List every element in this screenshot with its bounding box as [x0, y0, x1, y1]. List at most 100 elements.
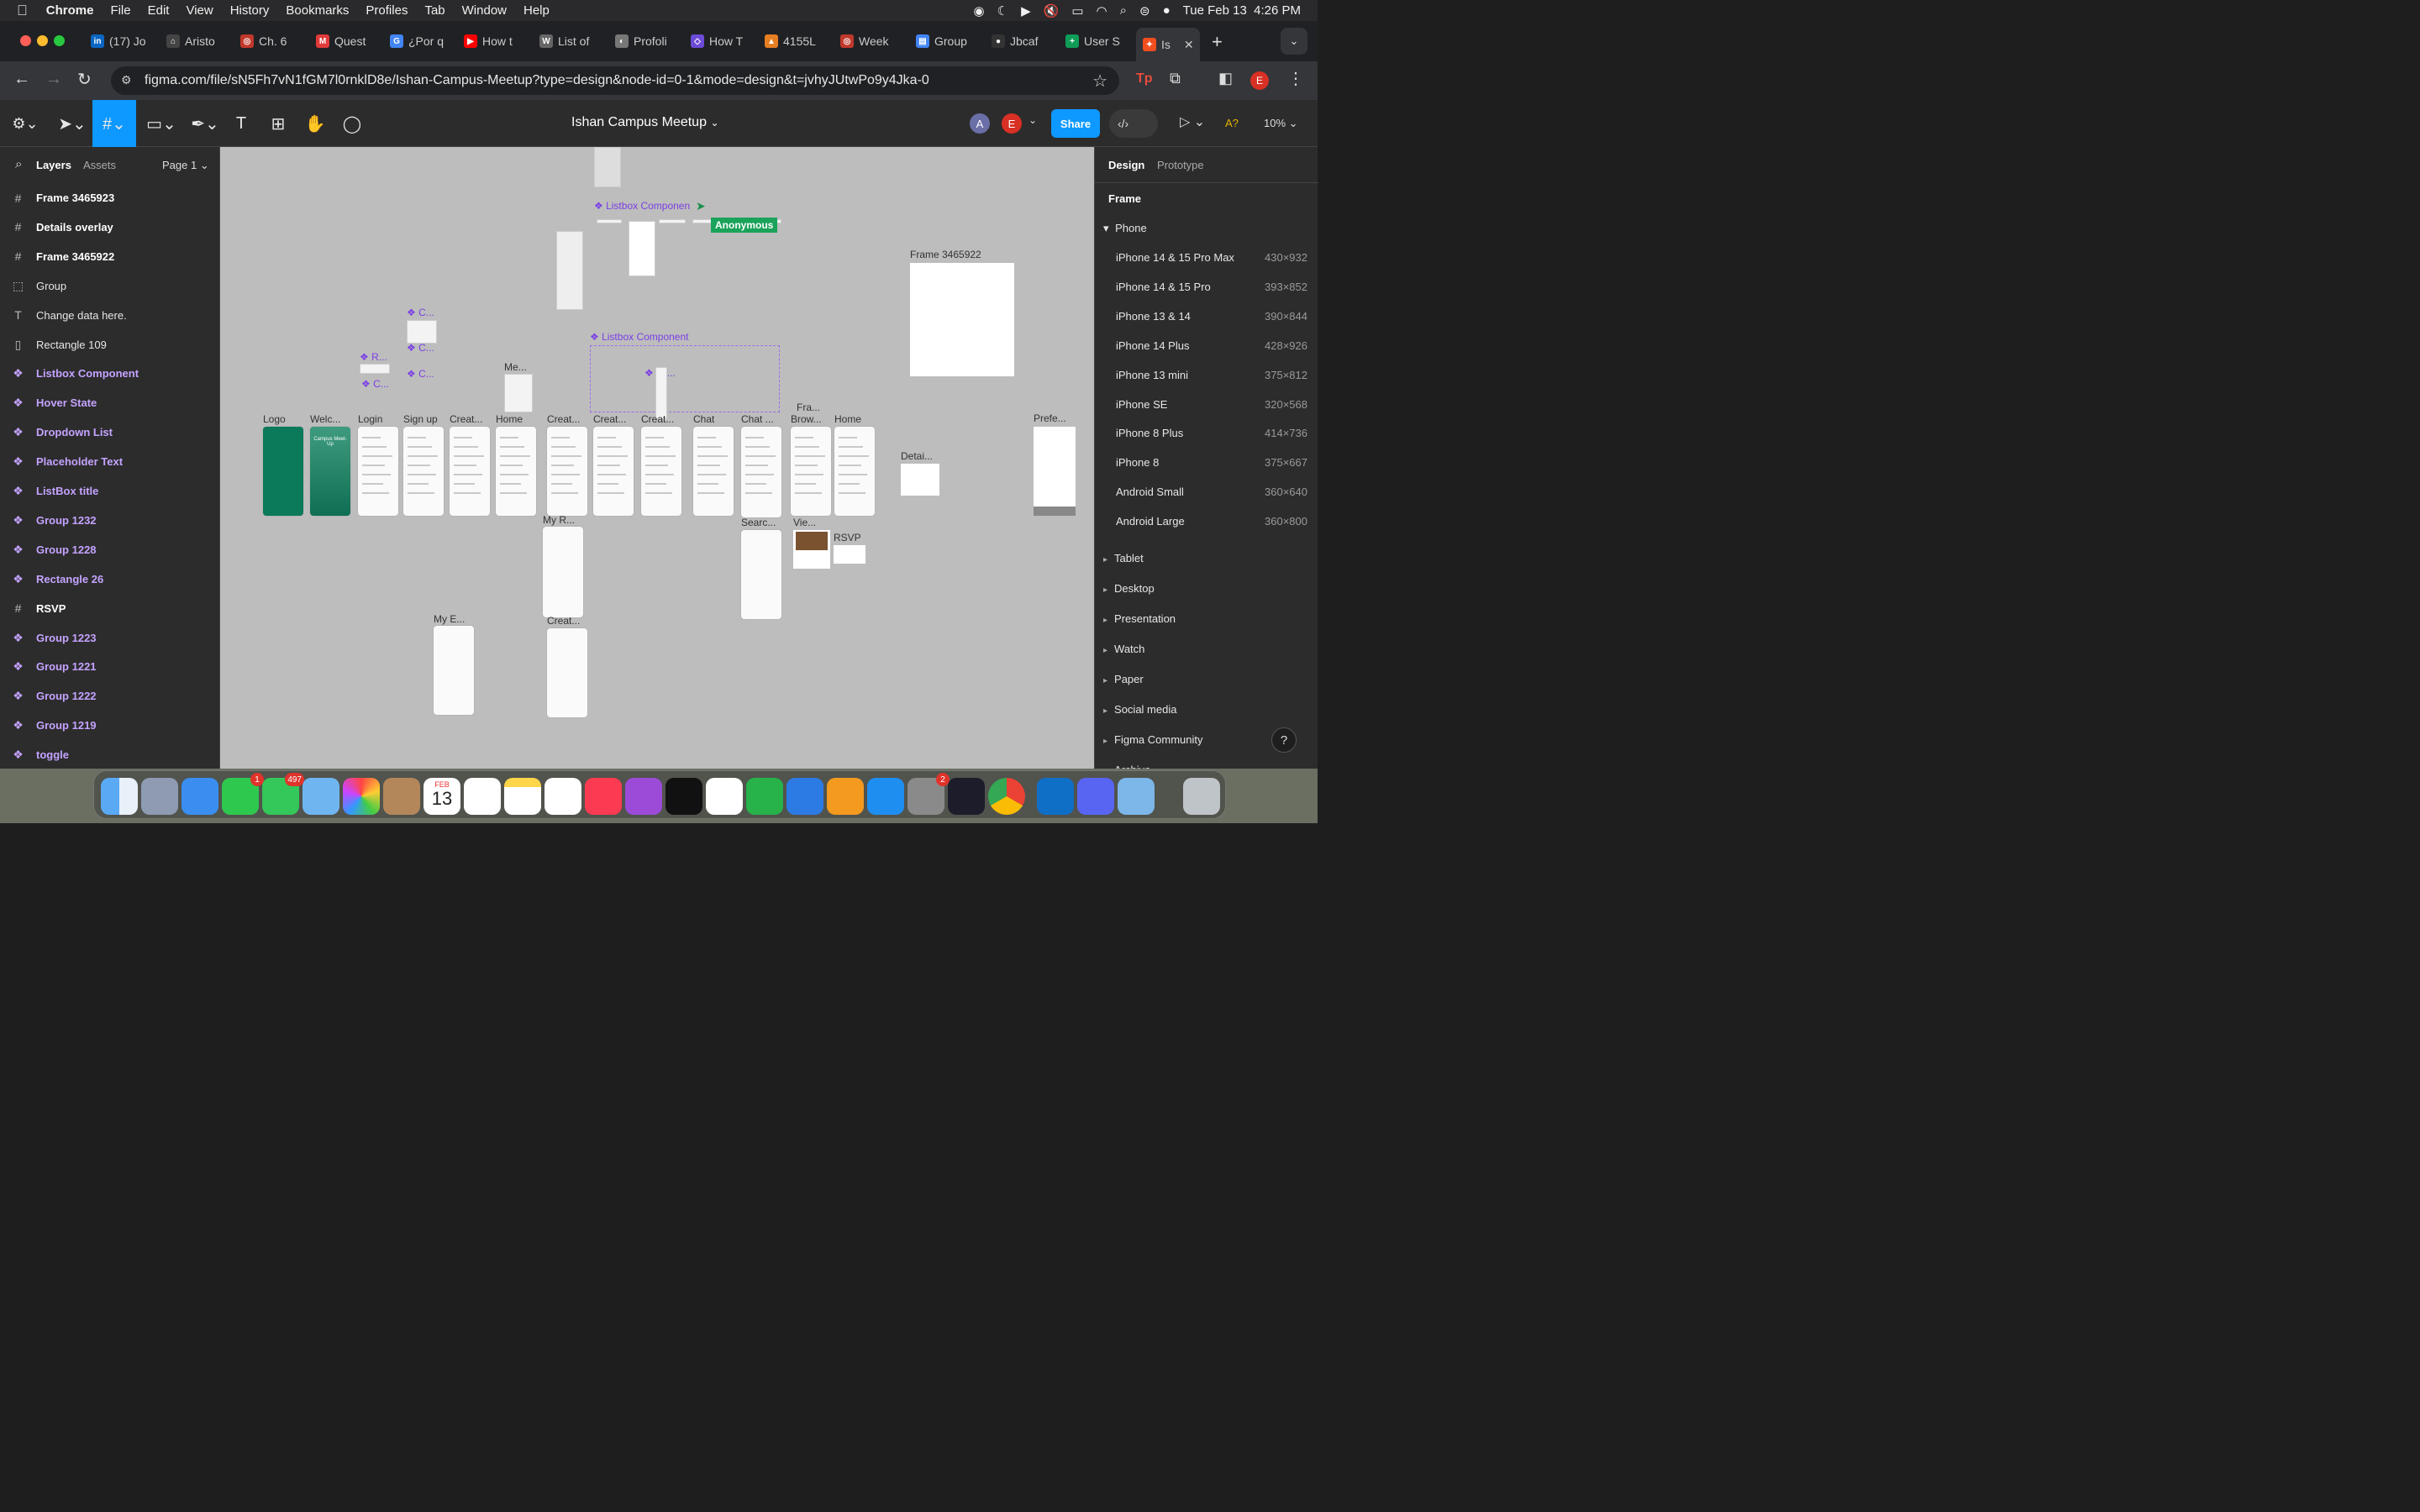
component-label-c1[interactable]: ❖ C... [407, 307, 434, 318]
preset-section[interactable]: ▸ Desktop [1103, 582, 1155, 595]
present-icon[interactable]: ▷ ⌄ [1180, 113, 1205, 130]
preferences-frame[interactable] [1034, 427, 1076, 516]
browser-tab[interactable]: ✦ Is ✕ [1136, 28, 1200, 61]
frame-label-my-e[interactable]: My E... [434, 613, 465, 625]
tab-design[interactable]: Design [1108, 159, 1144, 171]
comment-tool-icon[interactable]: ◯ [341, 108, 363, 139]
finder-icon[interactable] [101, 778, 138, 815]
profile-avatar[interactable]: E [1250, 71, 1269, 90]
search-layers-icon[interactable]: ⌕ [15, 157, 22, 171]
control-center-icon[interactable]: ⊜ [1139, 3, 1150, 18]
component-label-listbox-mid[interactable]: ❖ Listbox Component [590, 331, 689, 343]
menu-file[interactable]: File [110, 3, 130, 18]
browser-tab[interactable]: + User S [1065, 30, 1133, 52]
frame-label[interactable]: Creat... [450, 413, 482, 425]
menu-help[interactable]: Help [523, 3, 550, 18]
pen-tool-icon[interactable]: ✒⌄ [188, 108, 222, 139]
frame-label[interactable]: Chat ... [741, 413, 774, 425]
layer-item[interactable]: ❖ Placeholder Text [0, 447, 220, 476]
frame-3465922[interactable] [910, 263, 1014, 376]
calendar-icon[interactable]: FEB 13 [424, 778, 460, 815]
frame-label[interactable]: Login [358, 413, 382, 425]
frame-preset[interactable]: iPhone 8 Plus 414×736 [1116, 427, 1307, 439]
frame-label[interactable]: Creat... [641, 413, 674, 425]
preset-section[interactable]: ▸ Presentation [1103, 612, 1176, 625]
maps-icon[interactable] [302, 778, 339, 815]
layer-item[interactable]: ❖ Group 1221 [0, 652, 220, 681]
listbox-field[interactable] [659, 219, 686, 223]
frame-label[interactable]: Creat... [547, 413, 580, 425]
preset-section[interactable]: ▸ Social media [1103, 703, 1176, 716]
phone-frame[interactable]: Campus Meet-Up [310, 427, 350, 516]
preset-section[interactable]: ▸ Figma Community [1103, 733, 1203, 746]
frame-label-me[interactable]: Me... [504, 361, 527, 373]
apple-icon[interactable]:  [17, 3, 28, 19]
accessibility-label[interactable]: A? [1225, 117, 1239, 129]
help-button[interactable]: ? [1271, 727, 1297, 753]
component-frame[interactable] [360, 364, 390, 374]
layer-item[interactable]: ▯ Rectangle 109 [0, 330, 220, 360]
omnibox[interactable]: ⚙ figma.com/file/sN5Fh7vN1fGM7l0rnklD8e/… [111, 66, 1119, 95]
frame-preset[interactable]: iPhone 14 & 15 Pro Max 430×932 [1116, 251, 1307, 264]
podcasts-icon[interactable] [625, 778, 662, 815]
frame-label-vie[interactable]: Vie... [793, 517, 816, 528]
frame-label[interactable]: Creat... [593, 413, 626, 425]
component-frame[interactable] [407, 320, 437, 344]
frame-label-detai[interactable]: Detai... [901, 450, 933, 462]
layer-item[interactable]: # Frame 3465922 [0, 242, 220, 271]
sidepanel-icon[interactable]: ◧ [1218, 70, 1233, 87]
system-settings-icon[interactable]: 2 [908, 773, 950, 815]
facetime-icon[interactable]: 1 [222, 773, 264, 815]
menu-profiles[interactable]: Profiles [366, 3, 408, 18]
component-set[interactable] [590, 345, 780, 412]
browser-tab[interactable]: ◐ Profoli [615, 30, 682, 52]
frame-label-rsvp[interactable]: RSVP [834, 532, 861, 543]
listbox-field[interactable] [597, 219, 622, 223]
extension-tp-icon[interactable]: Tp [1136, 71, 1153, 87]
frame-preset[interactable]: Android Small 360×640 [1116, 486, 1307, 498]
menu-tab[interactable]: Tab [424, 3, 445, 18]
frame-preset[interactable]: iPhone 8 375×667 [1116, 456, 1307, 469]
vscode-icon[interactable] [1037, 778, 1074, 815]
phone-frame[interactable] [834, 427, 875, 516]
layer-item[interactable]: # Frame 3465923 [0, 183, 220, 213]
bookmark-star-icon[interactable]: ☆ [1092, 71, 1107, 92]
preset-section[interactable]: ▸ Tablet [1103, 552, 1144, 564]
avatar-e[interactable]: E [1002, 113, 1022, 134]
news-icon[interactable] [706, 778, 743, 815]
search-icon[interactable]: ⌕ [1120, 3, 1127, 18]
layer-item[interactable]: ❖ Dropdown List [0, 417, 220, 447]
component-label-c2[interactable]: ❖ C... [407, 342, 434, 354]
phone-frame[interactable] [358, 427, 398, 516]
c1-label[interactable]: C... [418, 307, 434, 318]
layer-item[interactable]: ❖ Group 1228 [0, 535, 220, 564]
preview-icon[interactable] [1118, 778, 1155, 815]
browser-tab[interactable]: ◎ Week [840, 30, 908, 52]
phone-frame[interactable] [450, 427, 490, 516]
listbox-top-text[interactable]: Listbox Componen [606, 200, 690, 212]
design-canvas[interactable]: ❖ Listbox Componen ➤ Anonymous ❖ Listbox… [220, 147, 1094, 769]
listbox-mid-text[interactable]: Listbox Component [602, 331, 688, 343]
frame-preset[interactable]: iPhone 13 mini 375×812 [1116, 369, 1307, 381]
siri-icon[interactable]: ● [1163, 3, 1171, 18]
phone-frame[interactable] [693, 427, 734, 516]
preset-section[interactable]: ▸ Paper [1103, 673, 1144, 685]
listbox-frame[interactable] [629, 221, 655, 276]
tab-prototype[interactable]: Prototype [1157, 159, 1204, 171]
layer-item[interactable]: # RSVP [0, 594, 220, 623]
minimize-window-button[interactable] [37, 35, 48, 46]
c2-label[interactable]: C... [418, 342, 434, 354]
photos-icon[interactable] [343, 778, 380, 815]
phone-frame[interactable] [593, 427, 634, 516]
menu-app-name[interactable]: Chrome [46, 3, 94, 18]
chrome-icon[interactable] [988, 778, 1025, 815]
notes-icon[interactable] [504, 778, 541, 815]
play-icon[interactable]: ▶ [1021, 3, 1031, 18]
frame-my-events[interactable] [434, 626, 474, 715]
c4-label[interactable]: C... [373, 378, 389, 390]
mini-frame[interactable] [594, 147, 621, 187]
browser-tab[interactable]: in (17) Jo [91, 30, 158, 52]
site-settings-icon[interactable]: ⚙ [121, 73, 132, 87]
frame-label-fra[interactable]: Fra... [797, 402, 820, 413]
menu-bookmarks[interactable]: Bookmarks [286, 3, 349, 18]
